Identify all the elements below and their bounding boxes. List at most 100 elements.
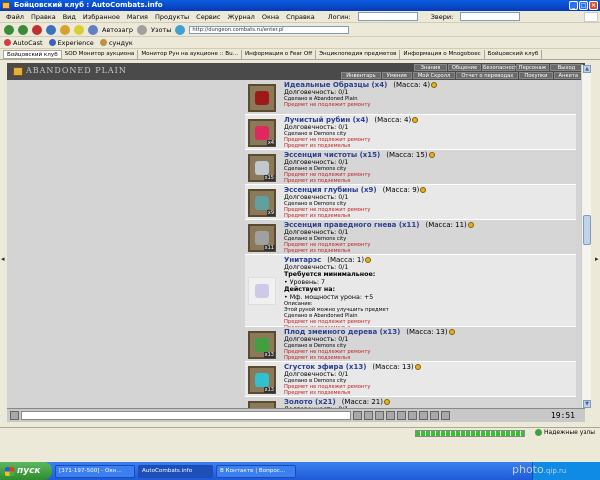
menu-magic[interactable]: Магия xyxy=(127,13,148,21)
item-image[interactable]: x11 xyxy=(248,223,276,252)
menu-favorites[interactable]: Избранное xyxy=(83,13,120,21)
chat-smiley-icon[interactable] xyxy=(375,411,384,420)
right-arrow-icon[interactable]: ▸ xyxy=(595,255,599,265)
task-autocombats[interactable]: AutoCombats.info xyxy=(138,464,213,478)
nav-transfer-report[interactable]: Отчет о переводах xyxy=(456,72,519,79)
login-combo[interactable] xyxy=(357,12,418,21)
chat-users-icon[interactable] xyxy=(419,411,428,420)
chat-mode-icon[interactable] xyxy=(10,411,19,420)
item-name[interactable]: Плод змеиного дерева (x13) xyxy=(284,328,400,336)
inventory-item[interactable]: x4 Лучистый рубин (x4) (Масса: 4) Долговечн… xyxy=(245,115,576,150)
settings-icon[interactable] xyxy=(137,24,148,35)
item-gold-marker-icon[interactable] xyxy=(414,364,421,370)
item-name[interactable]: Сгусток эфира (x13) xyxy=(284,363,366,371)
scroll-down-icon[interactable]: ▼ xyxy=(583,400,591,408)
chat-clear-icon[interactable] xyxy=(364,411,373,420)
nav-knowledge[interactable]: Знания xyxy=(414,64,447,71)
close-button[interactable]: × xyxy=(589,1,598,10)
item-gold-marker-icon[interactable] xyxy=(420,187,427,193)
left-arrow-icon[interactable]: ◂ xyxy=(1,255,5,265)
address-bar[interactable]: http://dungeon.combats.ru/enter.pl xyxy=(189,25,350,34)
item-image[interactable]: x13 xyxy=(248,365,276,394)
inventory-item[interactable]: x13 Плод змеиного дерева (x13) (Масса: 13)… xyxy=(245,327,576,362)
link-auction-monitor[interactable]: SOD Монитор аукциона xyxy=(62,49,139,59)
item-gold-marker-icon[interactable] xyxy=(428,152,435,158)
item-name[interactable]: Золото (x21) xyxy=(284,398,336,406)
nodes-label[interactable]: Узоты xyxy=(151,26,171,34)
item-image[interactable] xyxy=(248,277,276,305)
autoload-label[interactable]: Автозагр xyxy=(102,26,133,34)
menu-file[interactable]: Файл xyxy=(6,13,24,21)
menu-view[interactable]: Вид xyxy=(63,13,76,21)
inventory-item[interactable]: x15 Эссенция чистоты (x15) (Масса: 15) Долг… xyxy=(245,150,576,185)
start-button[interactable]: пуск xyxy=(0,462,52,480)
nav-skills[interactable]: Умения xyxy=(381,72,412,79)
item-gold-marker-icon[interactable] xyxy=(431,82,438,88)
menu-windows[interactable]: Окна xyxy=(262,13,279,21)
nav-inventory[interactable]: Инвентарь xyxy=(341,72,381,79)
item-gold-marker-icon[interactable] xyxy=(365,257,372,263)
stop-icon[interactable] xyxy=(32,24,42,35)
nav-exit[interactable]: Выход xyxy=(550,64,583,71)
chat-sound-icon[interactable] xyxy=(441,411,450,420)
maximize-button[interactable]: □ xyxy=(579,1,588,10)
forward-icon[interactable] xyxy=(18,24,28,35)
item-gold-marker-icon[interactable] xyxy=(383,399,390,405)
link-mnogoboec[interactable]: Информация о Mnogoboec xyxy=(400,49,485,59)
scroll-thumb[interactable] xyxy=(583,215,591,245)
task-icq[interactable]: [371-197-500] - Окн... xyxy=(55,464,135,478)
search-icon[interactable] xyxy=(175,24,186,35)
item-image[interactable] xyxy=(248,83,276,112)
item-image[interactable]: x13 xyxy=(248,330,276,359)
chat-log-icon[interactable] xyxy=(430,411,439,420)
nav-my-scroll[interactable]: Мой Скролл xyxy=(412,72,456,79)
inventory-item[interactable]: Унитарэс (Масса: 1) Долговечность: 0/1 Треб… xyxy=(245,255,576,331)
item-name[interactable]: Эссенция чистоты (x15) xyxy=(284,151,380,159)
refresh-icon[interactable] xyxy=(46,24,56,35)
inventory-item[interactable]: x11 Эссенция праведного гнева (x11) (Масса… xyxy=(245,220,576,255)
link-fight-club-2[interactable]: Бойцовский клуб xyxy=(485,49,543,59)
link-rune-monitor[interactable]: Монитор Рун на аукционе :: Bu... xyxy=(138,49,242,59)
inventory-item[interactable]: x21Золото (x21)(Масса: 21)Долговечность:… xyxy=(245,397,576,408)
chat-translit-icon[interactable] xyxy=(397,411,406,420)
item-name[interactable]: Лучистый рубин (x4) xyxy=(284,116,368,124)
item-name[interactable]: Эссенция глубины (x9) xyxy=(284,186,377,194)
autocast-button[interactable]: AutoCast xyxy=(4,39,43,47)
nav-character[interactable]: Персонаж xyxy=(516,64,549,71)
item-image[interactable]: x15 xyxy=(248,153,276,182)
vertical-scrollbar[interactable]: ▲ ▼ xyxy=(581,65,591,408)
inventory-item[interactable]: Идеальные Образцы (x4) (Масса: 4) Долговеч… xyxy=(245,80,576,115)
inventory-item[interactable]: x9 Эссенция глубины (x9) (Масса: 9) Долгове… xyxy=(245,185,576,220)
back-icon[interactable] xyxy=(4,24,14,35)
item-gold-marker-icon[interactable] xyxy=(412,117,419,123)
chest-button[interactable]: сундук xyxy=(99,39,133,47)
experience-button[interactable]: Experience xyxy=(48,39,94,47)
home-icon[interactable] xyxy=(60,24,70,35)
beasts-combo[interactable] xyxy=(460,12,521,21)
item-gold-marker-icon[interactable] xyxy=(467,222,474,228)
nav-purchases[interactable]: Покупки xyxy=(519,72,553,79)
task-vkontakte[interactable]: В Контакте | Вопрос... xyxy=(216,464,296,478)
chat-send-icon[interactable] xyxy=(353,411,362,420)
item-image[interactable]: x4 xyxy=(248,118,276,147)
nav-communication[interactable]: Общение xyxy=(448,64,481,71)
item-image[interactable]: x21 xyxy=(248,400,276,408)
item-name[interactable]: Идеальные Образцы (x4) xyxy=(284,81,387,89)
history-icon[interactable] xyxy=(88,24,98,35)
chat-filter-icon[interactable] xyxy=(386,411,395,420)
chat-settings-icon[interactable] xyxy=(408,411,417,420)
nav-profile[interactable]: Анкета xyxy=(553,72,583,79)
scroll-up-icon[interactable]: ▲ xyxy=(583,65,591,73)
item-name[interactable]: Эссенция праведного гнева (x11) xyxy=(284,221,419,229)
link-encyclopedia[interactable]: Энциклопедия предметов xyxy=(316,49,401,59)
menu-service[interactable]: Сервис xyxy=(196,13,220,21)
item-gold-marker-icon[interactable] xyxy=(448,329,455,335)
minimize-button[interactable]: _ xyxy=(569,1,578,10)
link-fight-club[interactable]: Бойцовский клуб xyxy=(3,49,62,59)
chat-input[interactable] xyxy=(21,411,351,420)
item-name[interactable]: Унитарэс xyxy=(284,256,321,264)
menu-help[interactable]: Справка xyxy=(286,13,315,21)
inventory-item[interactable]: x13 Сгусток эфира (x13) (Масса: 13) Долгове… xyxy=(245,362,576,397)
nav-security[interactable]: Безопасность xyxy=(482,64,521,71)
menu-products[interactable]: Продукты xyxy=(155,13,189,21)
